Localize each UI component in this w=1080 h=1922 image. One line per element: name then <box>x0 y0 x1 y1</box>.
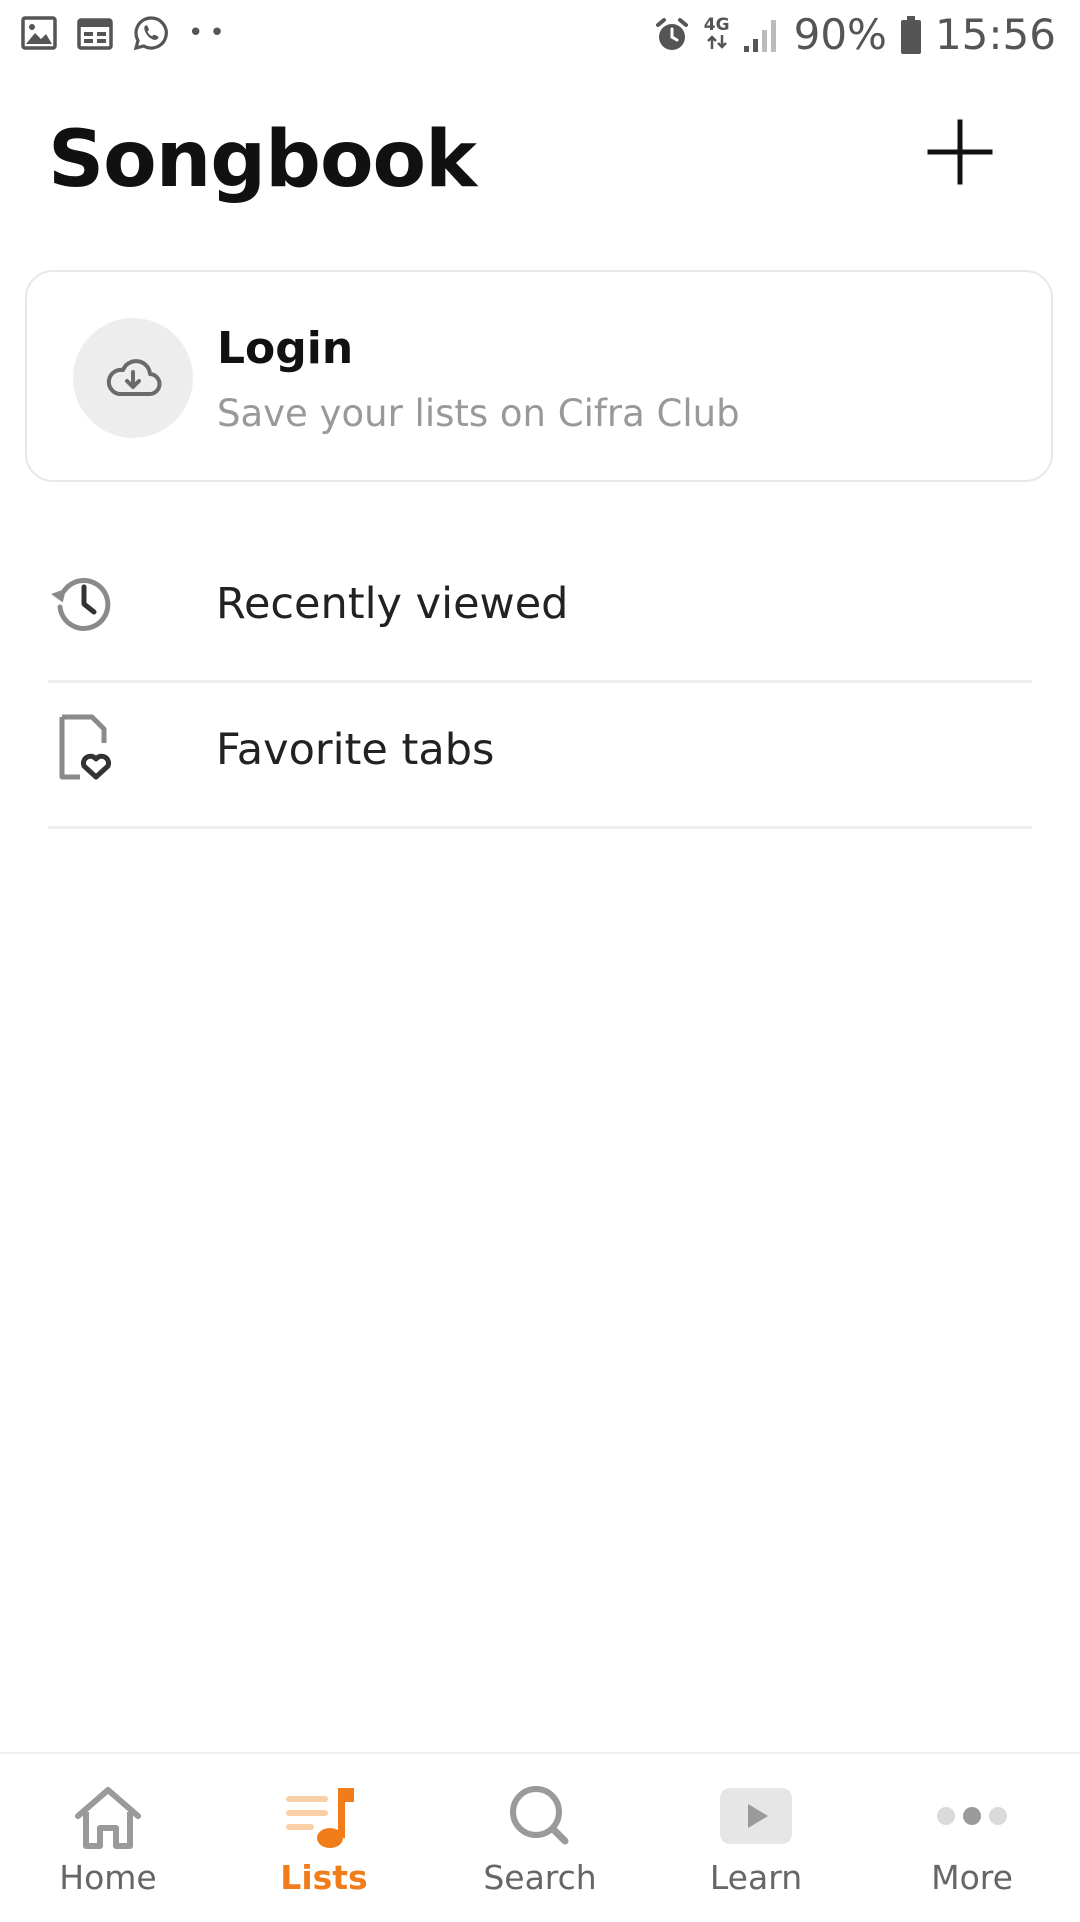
nav-search[interactable]: Search <box>432 1754 648 1922</box>
search-icon <box>510 1786 569 1845</box>
play-icon <box>720 1788 792 1844</box>
nav-learn[interactable]: Learn <box>648 1754 864 1922</box>
gallery-icon <box>21 16 57 50</box>
cloud-download-icon <box>106 359 162 396</box>
nav-home[interactable]: Home <box>0 1754 216 1922</box>
signal-icon <box>743 20 776 52</box>
status-bar-system: 4G 90% 15:56 <box>652 12 1056 58</box>
nav-label: Learn <box>709 1858 803 1897</box>
clock: 15:56 <box>934 10 1056 59</box>
list-item-recently-viewed[interactable]: Recently viewed <box>48 534 1032 683</box>
page-title: Songbook <box>48 115 477 205</box>
whatsapp-icon <box>133 16 168 51</box>
calendar-icon <box>77 18 113 50</box>
login-card[interactable]: Login Save your lists on Cifra Club <box>25 270 1053 482</box>
network-type: 4G <box>703 14 730 35</box>
list-item-label: Favorite tabs <box>216 725 495 775</box>
favorite-file-icon <box>59 714 112 780</box>
home-icon <box>75 1787 141 1849</box>
list-item-label: Recently viewed <box>216 579 569 629</box>
status-dots: •• <box>188 18 231 48</box>
nav-label: Home <box>59 1858 157 1897</box>
login-title: Login <box>217 323 354 374</box>
more-icon <box>937 1807 1007 1825</box>
nav-label: More <box>931 1858 1013 1897</box>
battery-icon <box>900 16 921 54</box>
plus-icon <box>927 119 993 185</box>
history-icon <box>51 577 111 631</box>
login-subtitle: Save your lists on Cifra Club <box>217 392 740 435</box>
lists-icon <box>286 1788 354 1848</box>
list-item-favorite-tabs[interactable]: Favorite tabs <box>48 680 1032 829</box>
status-bar-notifications: •• <box>20 14 231 52</box>
network-indicator: 4G <box>703 14 730 54</box>
data-arrows-icon <box>706 34 727 49</box>
nav-more[interactable]: More <box>864 1754 1080 1922</box>
alarm-icon <box>655 18 688 50</box>
login-avatar <box>73 318 193 438</box>
nav-label: Search <box>483 1858 597 1897</box>
bottom-nav: Home Lists Search Learn More <box>0 1752 1080 1922</box>
status-bar: •• 4G 90% 15:56 <box>0 0 1080 78</box>
nav-label: Lists <box>280 1858 368 1897</box>
add-list-button[interactable] <box>920 112 1000 192</box>
nav-lists[interactable]: Lists <box>216 1754 432 1922</box>
battery-percent: 90% <box>793 10 887 59</box>
